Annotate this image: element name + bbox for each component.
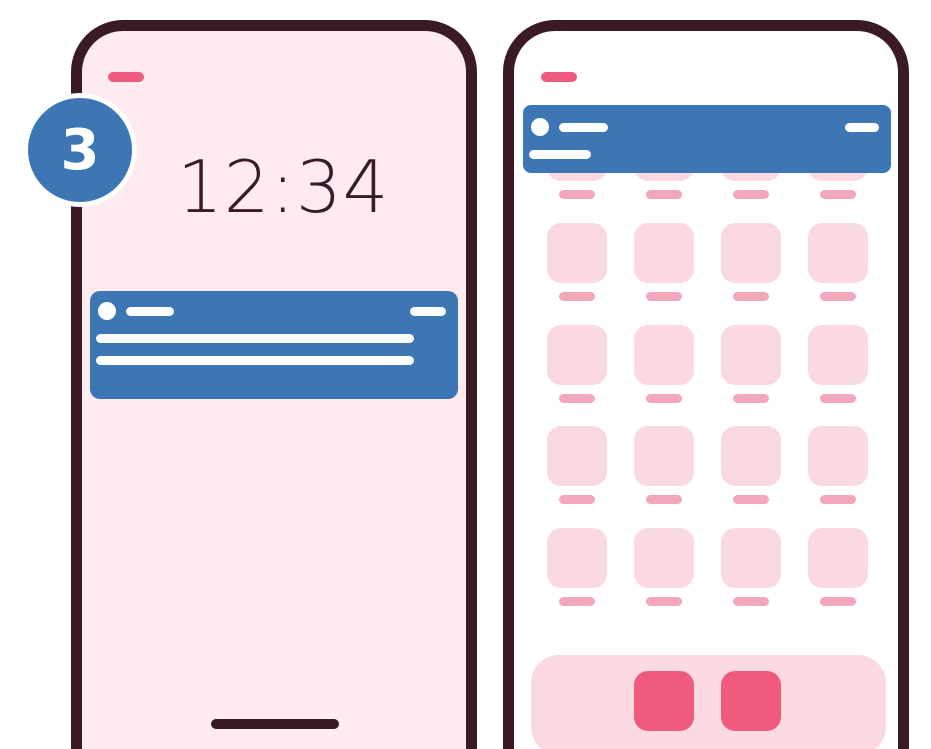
lock-screen-notification[interactable]	[90, 291, 458, 399]
app-icon[interactable]	[547, 223, 607, 283]
app-icon[interactable]	[721, 325, 781, 385]
app-label	[733, 394, 769, 403]
app-label	[733, 190, 769, 199]
app-icon[interactable]	[634, 223, 694, 283]
app-label	[733, 292, 769, 301]
status-indicator	[108, 72, 144, 82]
home-screen-notification[interactable]	[523, 105, 891, 173]
status-indicator	[541, 72, 577, 82]
app-label	[559, 394, 595, 403]
lock-screen-clock: 12:34	[177, 145, 390, 229]
app-label	[646, 292, 682, 301]
app-icon[interactable]	[634, 528, 694, 588]
notification-time	[845, 123, 879, 132]
notification-text-line-2	[96, 356, 414, 365]
notification-app-icon	[531, 118, 549, 136]
app-label	[820, 190, 856, 199]
app-icon[interactable]	[721, 223, 781, 283]
app-label	[559, 597, 595, 606]
app-icon[interactable]	[547, 528, 607, 588]
app-label	[559, 190, 595, 199]
notification-app-name	[559, 123, 608, 132]
app-icon[interactable]	[808, 325, 868, 385]
dock	[531, 655, 886, 749]
app-label	[820, 597, 856, 606]
app-icon[interactable]	[547, 325, 607, 385]
notification-text-line-1	[529, 150, 591, 159]
app-icon[interactable]	[634, 426, 694, 486]
app-icon[interactable]	[808, 528, 868, 588]
app-icon[interactable]	[808, 426, 868, 486]
notification-app-name	[126, 307, 174, 316]
app-label	[733, 597, 769, 606]
app-icon[interactable]	[547, 426, 607, 486]
app-label	[559, 495, 595, 504]
app-icon[interactable]	[721, 426, 781, 486]
step-number-badge: 3	[23, 93, 137, 207]
dock-app-2[interactable]	[721, 671, 781, 731]
app-label	[646, 495, 682, 504]
app-label	[646, 597, 682, 606]
app-icon[interactable]	[721, 528, 781, 588]
notification-time	[410, 307, 446, 316]
app-label	[646, 190, 682, 199]
app-icon[interactable]	[808, 223, 868, 283]
app-label	[820, 495, 856, 504]
home-indicator[interactable]	[211, 719, 339, 729]
app-label	[559, 292, 595, 301]
notification-text-line-1	[96, 334, 414, 343]
notification-app-icon	[98, 302, 116, 320]
app-label	[646, 394, 682, 403]
app-label	[820, 394, 856, 403]
app-label	[733, 495, 769, 504]
dock-app-1[interactable]	[634, 671, 694, 731]
app-label	[820, 292, 856, 301]
home-screen-phone	[503, 20, 909, 749]
app-icon[interactable]	[634, 325, 694, 385]
